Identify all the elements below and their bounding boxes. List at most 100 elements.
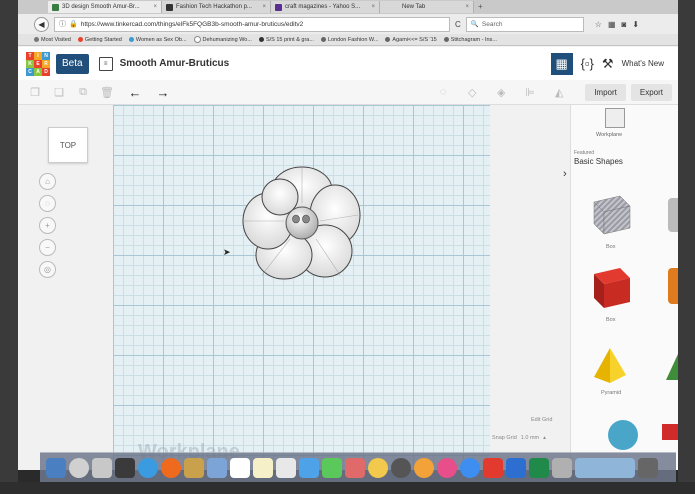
tab-label: craft magazines - Yahoo S...: [285, 4, 361, 10]
fit-view-icon[interactable]: ◌: [39, 195, 56, 212]
excel-icon[interactable]: [529, 457, 549, 478]
zoom-in-icon[interactable]: +: [39, 217, 56, 234]
messages-icon[interactable]: [322, 457, 342, 478]
shape-category-title[interactable]: Basic Shapes: [574, 157, 623, 166]
design-canvas[interactable]: TOP ⌂ ◌ + − ◎ ➤ Edit Grid Snap Grid 1.0 …: [18, 105, 570, 470]
code-blocks-icon[interactable]: {▫}: [581, 56, 594, 71]
bookmark-item[interactable]: London Fashion W...: [320, 37, 378, 43]
ibooks-icon[interactable]: [414, 457, 434, 478]
address-bar[interactable]: ⓘ 🔒 https://www.tinkercad.com/things/elF…: [54, 16, 450, 32]
browser-tab[interactable]: New Tab ×: [380, 1, 474, 13]
import-button[interactable]: Import: [585, 83, 626, 101]
bookmark-icon: [385, 37, 391, 42]
bookmark-item[interactable]: Stitchagram - Ins...: [443, 37, 497, 43]
tools-icon[interactable]: ⚒: [602, 56, 614, 72]
whats-new-link[interactable]: What's New: [622, 59, 664, 68]
workplane-tool-icon[interactable]: [605, 108, 625, 128]
redo-icon[interactable]: →: [156, 85, 170, 100]
export-button[interactable]: Export: [630, 83, 672, 101]
logo-letter: I: [34, 51, 42, 60]
itunes-icon[interactable]: [437, 457, 457, 478]
reload-icon[interactable]: C: [455, 20, 461, 29]
bookmark-item[interactable]: Agami<<= S/S '15: [385, 37, 437, 43]
facetime-icon[interactable]: [345, 457, 365, 478]
edit-toolbar: ❐ ❏ ⧉ 🗑 ← → ◌ ◇ ◈ ⊫ ◭ Import Export: [18, 80, 678, 105]
word-icon[interactable]: [506, 457, 526, 478]
text-red-icon[interactable]: [662, 424, 678, 440]
launchpad-icon[interactable]: [69, 457, 89, 478]
minimized-window-icon[interactable]: [575, 457, 635, 478]
url-text: https://www.tinkercad.com/things/elFk5FQ…: [80, 20, 304, 28]
zoom-out-icon[interactable]: −: [39, 239, 56, 256]
shape-label: Box: [606, 317, 616, 323]
firefox-icon[interactable]: [161, 457, 181, 478]
maps-icon[interactable]: [299, 457, 319, 478]
tinkercad-logo[interactable]: TINKERCAD: [26, 51, 50, 76]
bookmark-item[interactable]: Dehumanizing Wo...: [193, 36, 252, 43]
trash-icon[interactable]: [638, 457, 658, 478]
browser-tab[interactable]: craft magazines - Yahoo S... ×: [271, 1, 380, 13]
lightbulb-icon[interactable]: ◌: [436, 85, 450, 99]
cylinder-striped-icon[interactable]: [668, 198, 678, 232]
calendar-icon[interactable]: [230, 457, 250, 478]
back-arrow-icon[interactable]: ◀: [34, 16, 49, 32]
copy-icon[interactable]: ❐: [28, 85, 42, 99]
flower-3d-shape[interactable]: [240, 163, 364, 283]
box-striped-icon[interactable]: [590, 192, 634, 236]
browser-tab[interactable]: 3D design Smooth Amur-Br... ×: [48, 1, 162, 13]
photos-icon[interactable]: [368, 457, 388, 478]
safari-icon[interactable]: [138, 457, 158, 478]
pyramid-icon[interactable]: [590, 345, 630, 385]
powerpoint-icon[interactable]: [483, 457, 503, 478]
view-cube[interactable]: TOP: [48, 127, 88, 163]
undo-icon[interactable]: ←: [128, 85, 142, 100]
ungroup-icon[interactable]: ◈: [494, 85, 508, 99]
close-icon[interactable]: ×: [262, 4, 266, 10]
close-icon[interactable]: ×: [153, 4, 157, 10]
duplicate-icon[interactable]: ⧉: [76, 85, 90, 99]
beta-badge[interactable]: Beta: [56, 53, 89, 74]
align-icon[interactable]: ⊫: [523, 85, 537, 99]
bookmark-icon: [77, 37, 83, 42]
app-store-icon[interactable]: [460, 457, 480, 478]
mission-control-icon[interactable]: [115, 457, 135, 478]
pocket-icon[interactable]: ◙: [622, 20, 627, 29]
delete-icon[interactable]: 🗑: [100, 85, 114, 99]
cylinder-blue-icon[interactable]: [608, 420, 638, 450]
contacts-icon[interactable]: [184, 457, 204, 478]
bookmark-item[interactable]: S/S 15 print & gra...: [258, 37, 314, 43]
star-icon[interactable]: ☆: [595, 20, 602, 29]
design-title[interactable]: Smooth Amur-Bruticus: [120, 58, 230, 69]
download-icon[interactable]: ⬇: [632, 20, 639, 29]
reminders-icon[interactable]: [276, 457, 296, 478]
system-preferences-icon[interactable]: [92, 457, 112, 478]
group-icon[interactable]: ◇: [465, 85, 479, 99]
snap-grid-value[interactable]: 1.0 mm: [521, 435, 539, 441]
paste-icon[interactable]: ❏: [52, 85, 66, 99]
preview-icon[interactable]: [552, 457, 572, 478]
close-icon[interactable]: ×: [371, 4, 375, 10]
clock-icon[interactable]: [391, 457, 411, 478]
box-red-icon[interactable]: [590, 264, 634, 312]
cylinder-orange-icon[interactable]: [668, 268, 678, 304]
monitor-bezel: [0, 482, 695, 494]
bookmark-item[interactable]: Most Visited: [34, 37, 71, 43]
mail-icon[interactable]: [207, 457, 227, 478]
clipboard-icon[interactable]: ▦: [608, 20, 616, 29]
close-icon[interactable]: ×: [465, 4, 469, 10]
bookmark-item[interactable]: Women as Sex Ob...: [128, 37, 187, 43]
search-input[interactable]: 🔍 Search: [465, 16, 584, 32]
new-tab-icon[interactable]: +: [474, 0, 483, 14]
notes-icon[interactable]: [253, 457, 273, 478]
browser-tab[interactable]: Fashion Tech Hackathon p... ×: [162, 1, 271, 13]
snap-grid-control[interactable]: Snap Grid 1.0 mm ▴: [492, 435, 546, 441]
bookmark-item[interactable]: Getting Started: [77, 37, 122, 43]
collapse-panel-chevron-icon[interactable]: ›: [563, 168, 567, 180]
workplane-grid[interactable]: [113, 105, 490, 470]
perspective-icon[interactable]: ◎: [39, 261, 56, 278]
mirror-icon[interactable]: ◭: [552, 85, 566, 99]
finder-icon[interactable]: [46, 457, 66, 478]
edit-grid-link[interactable]: Edit Grid: [531, 417, 552, 423]
home-view-icon[interactable]: ⌂: [39, 173, 56, 190]
grid-view-button[interactable]: ▦: [550, 52, 573, 75]
